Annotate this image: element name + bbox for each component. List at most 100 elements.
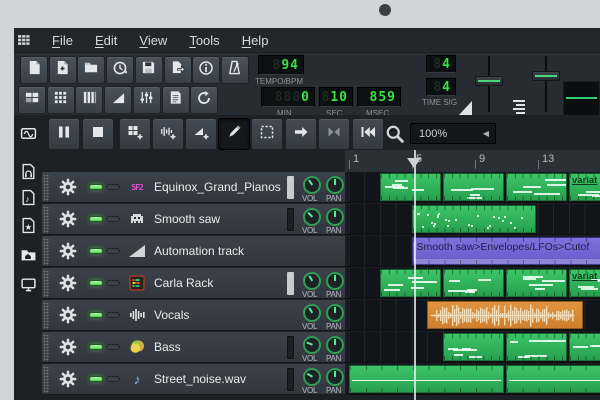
- new-project-button[interactable]: [20, 56, 48, 84]
- output-visualizer[interactable]: [563, 81, 600, 117]
- track-mute-led[interactable]: [89, 280, 103, 286]
- time-min-lcd[interactable]: 8880: [261, 87, 315, 107]
- menu-view[interactable]: View: [128, 30, 178, 51]
- track-gear-icon[interactable]: [59, 178, 77, 196]
- track-name[interactable]: Carla Rack: [154, 276, 213, 290]
- draw-mode-button[interactable]: [218, 118, 250, 150]
- volume-knob[interactable]: [303, 176, 321, 194]
- volume-knob[interactable]: [303, 304, 321, 322]
- volume-knob[interactable]: [303, 368, 321, 386]
- open-project-button[interactable]: [77, 56, 105, 84]
- export-project-button[interactable]: [164, 56, 192, 84]
- track-name[interactable]: Bass: [154, 340, 181, 354]
- add-automation-track-button[interactable]: [185, 118, 217, 150]
- track-mute-led[interactable]: [89, 248, 103, 254]
- sidebar-home-button[interactable]: [19, 248, 37, 266]
- project-notes-button[interactable]: [162, 86, 190, 114]
- time-sec-lcd[interactable]: 810: [319, 87, 353, 107]
- track-name[interactable]: Smooth saw: [154, 212, 220, 226]
- track-name[interactable]: Street_noise.wav: [154, 372, 246, 386]
- pan-knob[interactable]: [326, 272, 344, 290]
- track-grip[interactable]: [43, 366, 49, 393]
- automation-editor-button[interactable]: [104, 86, 132, 114]
- metronome-button[interactable]: [221, 56, 249, 84]
- sidebar-computer-button[interactable]: [19, 278, 37, 296]
- track-gear-icon[interactable]: [59, 306, 77, 324]
- menu-file[interactable]: File: [41, 30, 84, 51]
- shrink-button[interactable]: [318, 118, 350, 150]
- track-name[interactable]: Vocals: [154, 308, 189, 322]
- add-sample-track-button[interactable]: [152, 118, 184, 150]
- pause-button[interactable]: [48, 118, 80, 150]
- track-mute-led[interactable]: [89, 184, 103, 190]
- tempo-lcd[interactable]: 894: [258, 55, 304, 75]
- track-solo-led[interactable]: [106, 216, 120, 222]
- sidebar-projects-button[interactable]: ★: [19, 219, 37, 237]
- track-gear-icon[interactable]: [59, 210, 77, 228]
- project-info-button[interactable]: [192, 56, 220, 84]
- pattern-clip[interactable]: [506, 269, 567, 297]
- track-lane[interactable]: variat: [345, 172, 600, 203]
- master-pitch-slider[interactable]: [532, 71, 560, 81]
- track-solo-led[interactable]: [106, 312, 120, 318]
- dropdown-arrow-icon[interactable]: ◀: [483, 129, 489, 138]
- pattern-clip[interactable]: [443, 269, 504, 297]
- sidebar-presets-button[interactable]: ♪: [19, 191, 37, 209]
- edit-mode-button[interactable]: [251, 118, 283, 150]
- pan-knob[interactable]: [326, 208, 344, 226]
- track-grip[interactable]: [43, 302, 49, 329]
- pattern-clip[interactable]: [380, 269, 441, 297]
- track-grip[interactable]: [43, 270, 49, 297]
- playhead-marker[interactable]: [407, 158, 421, 168]
- track-lane[interactable]: Smooth saw>Envelopes/LFOs>Cutof: [345, 236, 600, 267]
- track-grip[interactable]: [43, 334, 49, 361]
- track-solo-led[interactable]: [106, 184, 120, 190]
- track-name[interactable]: Automation track: [154, 244, 244, 258]
- volume-knob[interactable]: [303, 272, 321, 290]
- song-editor-button[interactable]: [18, 86, 46, 114]
- volume-knob[interactable]: [303, 336, 321, 354]
- track-solo-led[interactable]: [106, 344, 120, 350]
- pattern-clip[interactable]: [380, 173, 441, 201]
- menu-edit[interactable]: Edit: [84, 30, 128, 51]
- bb-editor-button[interactable]: [47, 86, 75, 114]
- track-mute-led[interactable]: [89, 376, 103, 382]
- forward-button[interactable]: [285, 118, 317, 150]
- track-solo-led[interactable]: [106, 376, 120, 382]
- track-gear-icon[interactable]: [59, 242, 77, 260]
- track-grip[interactable]: [43, 206, 49, 233]
- rewind-start-button[interactable]: [352, 118, 384, 150]
- app-grid-icon[interactable]: [17, 34, 31, 46]
- track-mute-led[interactable]: [89, 344, 103, 350]
- track-solo-led[interactable]: [106, 280, 120, 286]
- track-gear-icon[interactable]: [59, 338, 77, 356]
- time-msec-lcd[interactable]: 859: [357, 87, 401, 107]
- pattern-clip[interactable]: [443, 173, 504, 201]
- pattern-clip[interactable]: [506, 333, 567, 361]
- pattern-clip[interactable]: [412, 205, 536, 233]
- timesig-numerator-lcd[interactable]: 84: [426, 55, 456, 73]
- pan-knob[interactable]: [326, 368, 344, 386]
- add-bb-track-button[interactable]: [119, 118, 151, 150]
- zoom-level-dropdown[interactable]: 100% ◀: [410, 123, 496, 144]
- track-mute-led[interactable]: [89, 312, 103, 318]
- pan-knob[interactable]: [326, 336, 344, 354]
- piano-roll-button[interactable]: [75, 86, 103, 114]
- timesig-denominator-lcd[interactable]: 84: [426, 78, 456, 96]
- track-lane[interactable]: [345, 204, 600, 235]
- recently-opened-button[interactable]: [106, 56, 134, 84]
- pattern-clip[interactable]: [443, 333, 504, 361]
- timeline[interactable]: 15913: [345, 150, 600, 173]
- track-mute-led[interactable]: [89, 216, 103, 222]
- track-solo-led[interactable]: [106, 248, 120, 254]
- track-name[interactable]: Equinox_Grand_Pianos: [154, 180, 281, 194]
- menu-tools[interactable]: Tools: [178, 30, 230, 51]
- track-lane[interactable]: variat: [345, 268, 600, 299]
- menu-help[interactable]: Help: [231, 30, 280, 51]
- track-gear-icon[interactable]: [59, 370, 77, 388]
- pan-knob[interactable]: [326, 304, 344, 322]
- track-grip[interactable]: [43, 238, 49, 265]
- pattern-clip[interactable]: [349, 365, 505, 393]
- pattern-clip[interactable]: variat: [569, 269, 600, 297]
- audio-clip[interactable]: [427, 301, 583, 329]
